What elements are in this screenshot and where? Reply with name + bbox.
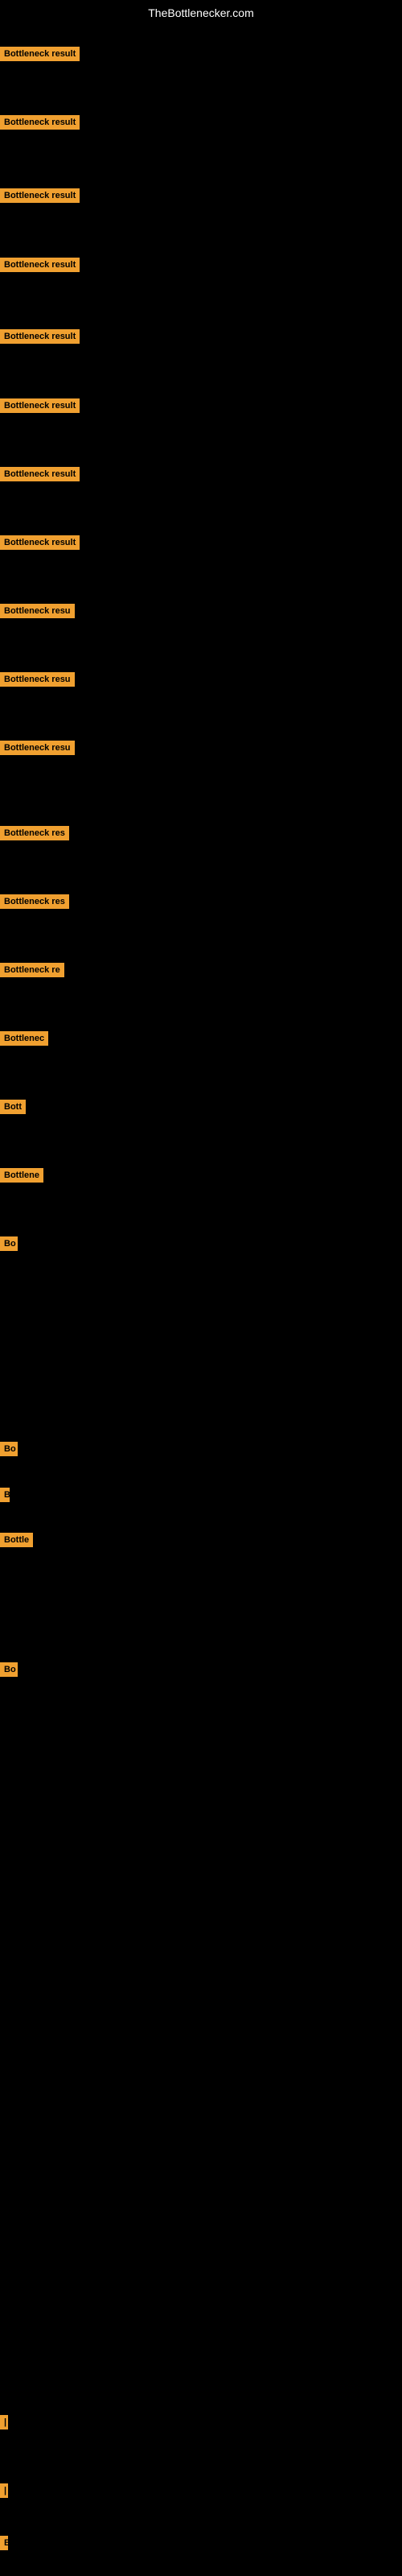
bottleneck-badge-7: Bottleneck result [0,467,80,481]
bottleneck-badge-14: Bottleneck re [0,963,64,977]
bottleneck-badge-12: Bottleneck res [0,826,69,840]
bottleneck-badge-5: Bottleneck result [0,329,80,344]
bottleneck-badge-18: Bo [0,1236,18,1251]
bottleneck-badge-9: Bottleneck resu [0,604,75,618]
bottleneck-badge-16: Bott [0,1100,26,1114]
bottleneck-badge-13: Bottleneck res [0,894,69,909]
bottleneck-badge-2: Bottleneck result [0,115,80,130]
bottleneck-badge-8: Bottleneck result [0,535,80,550]
bottleneck-badge-11: Bottleneck resu [0,741,75,755]
bottleneck-badge-21: Bo [0,1442,18,1456]
bottleneck-badge-1: Bottleneck result [0,47,80,61]
bottleneck-badge-25: Bo [0,1662,18,1677]
bottleneck-badge-17: Bottlene [0,1168,43,1183]
bottleneck-badge-23: Bottle [0,1533,33,1547]
bottleneck-badge-15: Bottlenec [0,1031,48,1046]
bottleneck-badge-22: B [0,1488,10,1502]
bottleneck-badge-36: | [0,2415,8,2429]
bottleneck-badge-37: | [0,2483,8,2498]
bottleneck-badge-6: Bottleneck result [0,398,80,413]
site-title: TheBottlenecker.com [0,0,402,26]
bottleneck-badge-38: E [0,2536,8,2550]
bottleneck-badge-3: Bottleneck result [0,188,80,203]
bottleneck-badge-4: Bottleneck result [0,258,80,272]
bottleneck-badge-10: Bottleneck resu [0,672,75,687]
